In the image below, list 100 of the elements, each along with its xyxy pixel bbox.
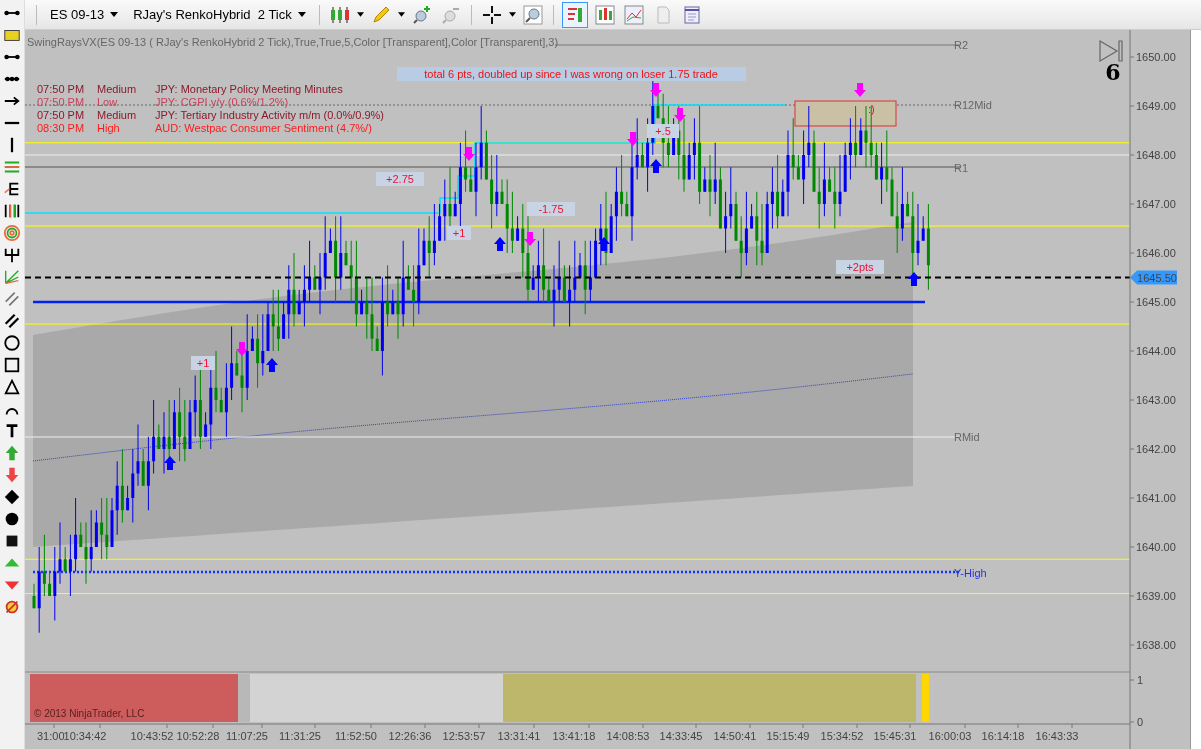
down-arrow-marker	[854, 83, 866, 97]
panel-tick-label: 0	[1137, 716, 1144, 728]
down-arrow-marker	[650, 83, 662, 97]
time-tick-label: 11:07:25	[226, 730, 268, 742]
down-arrow-marker	[674, 108, 686, 122]
channel-tool-icon[interactable]	[3, 312, 21, 330]
tick-mark	[1129, 301, 1135, 303]
bar-type-dropdown[interactable]: RJay's RenkoHybrid 2 Tick	[128, 5, 311, 24]
pivot-label: R12Mid	[954, 99, 992, 111]
price-tick-label: 1643.00	[1136, 394, 1176, 406]
event-time: 07:50 PM	[37, 83, 85, 95]
tick-mark	[53, 723, 55, 729]
time-tick-label: 13:41:18	[552, 730, 596, 742]
tick-mark	[909, 723, 911, 729]
triangle-tool-icon[interactable]	[3, 378, 21, 396]
tick-mark	[964, 723, 966, 729]
down-arrow-marker	[463, 147, 475, 161]
down-arrow-marker	[524, 232, 536, 246]
price-tick-label: 1649.00	[1136, 100, 1176, 112]
fibext-tool-icon[interactable]	[3, 180, 21, 198]
cross-tool-icon[interactable]	[3, 598, 21, 616]
event-impact: Medium	[97, 109, 137, 121]
pitch-tool-icon[interactable]	[3, 246, 21, 264]
time-tick-label: 10:52:28	[176, 730, 220, 742]
down-arrow-marker	[627, 132, 639, 146]
up-arrow-marker	[494, 237, 506, 251]
tick-mark	[1129, 546, 1135, 548]
time-tick-label: 14:50:41	[713, 730, 757, 742]
indicator-label: SwingRaysVX(ES 09-13 ( RJay's RenkoHybrid 2 Tick),True,True,5,Color [Transparent],Color [Transparent],3)	[27, 36, 559, 48]
time-tick-label: 14:33:45	[659, 730, 703, 742]
event-time: 07:50 PM	[37, 96, 85, 108]
event-time: 07:50 PM	[37, 109, 85, 121]
time-tick-label: 14:08:53	[606, 730, 650, 742]
trade-note: total 6 pts, doubled up since I was wrong on loser 1.75 trade	[397, 67, 746, 81]
smiley-label: :)	[868, 103, 875, 115]
tick-mark	[1129, 679, 1135, 681]
tick-mark	[588, 723, 590, 729]
chart-trader-icon[interactable]	[561, 1, 588, 28]
time-tick-label: 16:00:03	[928, 730, 972, 742]
dot-tool-icon[interactable]	[3, 510, 21, 528]
up-arrow-marker	[266, 358, 278, 372]
time-tick-label: 12:26:36	[388, 730, 432, 742]
time-tick-label: 10:34:42	[63, 730, 107, 742]
pivot-label: R2	[954, 39, 969, 51]
fibtime-tool-icon[interactable]	[3, 202, 21, 220]
trade-label: +.5	[647, 124, 679, 138]
trade-label: +1	[447, 226, 471, 240]
up-arrow-marker	[908, 272, 920, 286]
caret-icon[interactable]	[356, 12, 364, 17]
trade-label: -1.75	[527, 202, 575, 216]
panel-tick-label: 1	[1137, 674, 1144, 686]
event-title: AUD: Westpac Consumer Sentiment (4.7%/)	[155, 122, 372, 134]
instrument-dropdown[interactable]: ES 09-13	[45, 5, 124, 24]
skip-to-end-icon[interactable]	[1099, 39, 1123, 63]
copyright-text: © 2013 NinjaTrader, LLC	[34, 708, 145, 719]
trade-label: +2pts	[836, 260, 884, 274]
event-impact: Low	[97, 96, 118, 108]
tick-mark	[424, 723, 426, 729]
price-tick-label: 1638.00	[1136, 639, 1176, 651]
tick-mark	[99, 723, 101, 729]
price-tick-label: 1641.00	[1136, 492, 1176, 504]
tick-mark	[642, 723, 644, 729]
circle-tool-icon[interactable]	[3, 334, 21, 352]
line-chart-icon[interactable]	[621, 2, 646, 27]
event-time: 08:30 PM	[37, 122, 85, 134]
time-tick-label: 10:43:52	[130, 730, 174, 742]
time-tick-label: 15:45:31	[873, 730, 917, 742]
tick-mark	[1129, 350, 1135, 352]
tick-mark	[695, 723, 697, 729]
tick-mark	[261, 723, 263, 729]
price-tick-label: 1644.00	[1136, 345, 1176, 357]
tick-mark	[478, 723, 480, 729]
tick-mark	[212, 723, 214, 729]
down-arrow-marker	[236, 342, 248, 356]
tick-mark	[370, 723, 372, 729]
event-title: JPY: Monetary Policy Meeting Minutes	[155, 83, 343, 95]
square-tool-icon[interactable]	[3, 356, 21, 374]
time-tick-label: 15:15:49	[766, 730, 810, 742]
caret-icon	[110, 12, 119, 17]
time-tick-label: 31:00	[37, 730, 65, 742]
time-tick-label: 11:52:50	[335, 730, 377, 742]
tick-mark	[1129, 448, 1135, 450]
tick-mark	[1129, 203, 1135, 205]
time-tick-label: 11:31:25	[279, 730, 321, 742]
caret-icon[interactable]	[397, 12, 405, 17]
parallel-tool-icon[interactable]	[3, 290, 21, 308]
diamond-tool-icon[interactable]	[3, 488, 21, 506]
tick-mark	[314, 723, 316, 729]
session-block	[922, 674, 929, 722]
price-tick-label: 1642.00	[1136, 443, 1176, 455]
up-arrow-marker	[598, 237, 610, 251]
tick-mark	[856, 723, 858, 729]
time-tick-label: 13:31:41	[497, 730, 541, 742]
bar-chart-icon[interactable]	[592, 2, 617, 27]
tick-mark	[749, 723, 751, 729]
time-tick-label: 15:34:52	[820, 730, 864, 742]
pivot-label: Y-High	[954, 567, 987, 579]
caret-icon[interactable]	[508, 12, 516, 17]
price-tick-label: 1650.00	[1136, 51, 1176, 63]
up-arrow-marker	[650, 159, 662, 173]
